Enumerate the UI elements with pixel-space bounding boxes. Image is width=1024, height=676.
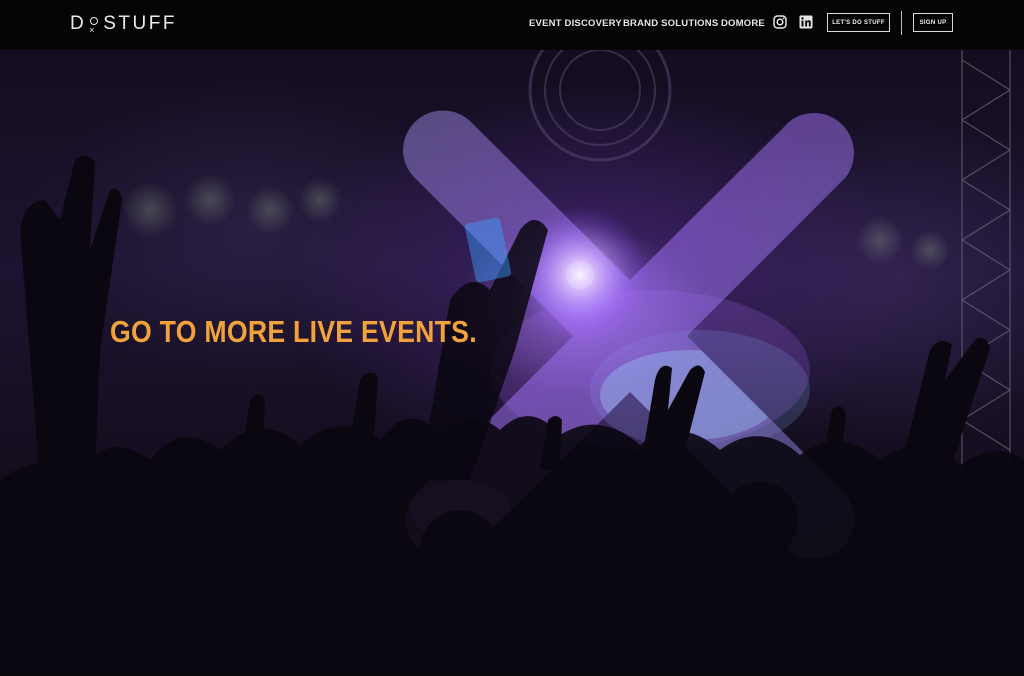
nav-link-event-discovery[interactable]: EVENT DISCOVERY xyxy=(529,18,622,29)
hero-headline: GO TO MORE LIVE EVENTS. xyxy=(110,314,477,349)
nav-divider xyxy=(901,11,902,35)
logo-text-right: STUFF xyxy=(103,13,177,34)
lets-do-stuff-button[interactable]: LET'S DO STUFF xyxy=(827,13,890,32)
logo-text-left: D xyxy=(70,13,87,34)
logo-mark-icon: × xyxy=(87,14,102,35)
instagram-icon[interactable] xyxy=(773,15,787,29)
nav-link-brand-solutions[interactable]: BRAND SOLUTIONS xyxy=(623,18,718,29)
hero-section: GO TO MORE LIVE EVENTS. xyxy=(0,50,1024,676)
dostuff-logo[interactable]: D × STUFF xyxy=(70,12,177,36)
sign-up-button[interactable]: SIGN UP xyxy=(913,13,953,32)
linkedin-icon[interactable] xyxy=(799,15,813,29)
concert-background-image xyxy=(0,50,1024,676)
top-navigation: D × STUFF EVENT DISCOVERY BRAND SOLUTION… xyxy=(0,0,1024,50)
nav-link-domore[interactable]: DOMORE xyxy=(721,18,765,29)
